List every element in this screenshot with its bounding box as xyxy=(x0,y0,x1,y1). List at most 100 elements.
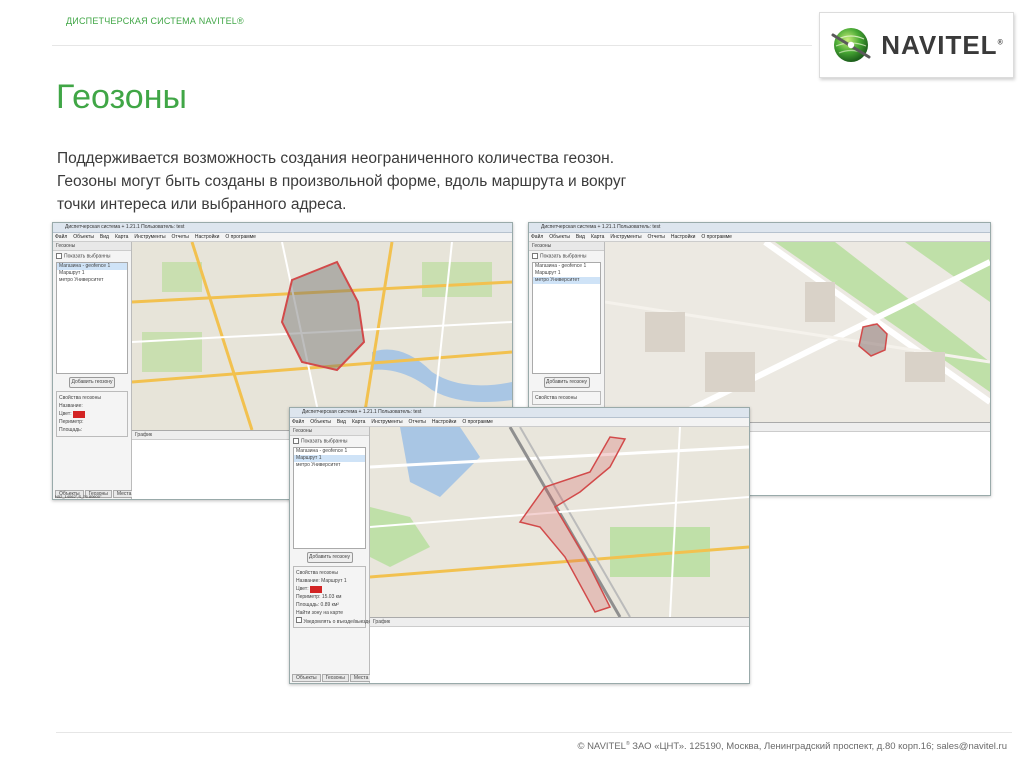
props-title: Свойства геозоны xyxy=(535,395,577,402)
show-selected-toggle[interactable]: Показать выбранны xyxy=(290,436,369,446)
menu-item[interactable]: Инструменты xyxy=(371,419,402,425)
menu-item[interactable]: О программе xyxy=(225,234,256,240)
menu-item[interactable]: Объекты xyxy=(73,234,94,240)
add-geofence-button[interactable]: Добавить геозону xyxy=(543,377,590,389)
perimeter-value: 15.03 xyxy=(321,594,335,601)
checkbox[interactable] xyxy=(532,253,538,259)
footer: © NAVITEL® ЗАО «ЦНТ». 125190, Москва, Ле… xyxy=(577,741,1007,752)
area-label: Площадь: xyxy=(296,602,320,609)
panel-title: Геозоны xyxy=(53,242,131,251)
menu-item[interactable]: Отчеты xyxy=(648,234,665,240)
header-divider xyxy=(52,45,812,46)
menu-item[interactable]: Файл xyxy=(531,234,543,240)
geofence-list: Магазина - geofence 1 Маршрут 1 метро Ун… xyxy=(56,262,128,375)
list-item[interactable]: Магазина - geofence 1 xyxy=(294,448,365,455)
menu-item[interactable]: Карта xyxy=(352,419,365,425)
panel-tabs: Объекты Геозоны Места xyxy=(292,674,373,682)
page-title: Геозоны xyxy=(56,78,187,116)
warn-label: Уведомлять о въезде/выезде xyxy=(303,619,372,626)
map-view[interactable] xyxy=(132,242,512,430)
menu-item[interactable]: Настройки xyxy=(195,234,220,240)
area-label: Площадь: xyxy=(59,427,83,434)
geofence-panel: Геозоны Показать выбранны Магазина - geo… xyxy=(290,427,373,683)
window-title: Диспетчерская система + 1.21.1 Пользоват… xyxy=(529,223,990,233)
navitel-logo: NAVITEL® xyxy=(819,12,1014,78)
props-title: Свойства геозоны xyxy=(296,570,338,577)
menu-item[interactable]: Карта xyxy=(115,234,128,240)
find-zone-button[interactable]: Найти зону на карте xyxy=(296,609,363,617)
geofence-list: Магазина - geofence 1 Маршрут 1 метро Ун… xyxy=(532,262,601,375)
area-value: 0.89 xyxy=(320,602,331,609)
description-line: точки интереса или выбранного адреса. xyxy=(57,196,347,213)
color-label: Цвет: xyxy=(59,411,72,418)
menu-bar: Файл Объекты Вид Карта Инструменты Отчеты Наст… xyxy=(529,233,990,242)
name-label: Название: xyxy=(296,578,320,585)
menu-item[interactable]: Карта xyxy=(591,234,604,240)
props-title: Свойства геозоны xyxy=(59,395,101,402)
list-item[interactable]: метро Университет xyxy=(294,462,365,469)
add-geofence-button[interactable]: Добавить геозону xyxy=(306,552,353,564)
system-label: ДИСПЕТЧЕРСКАЯ СИСТЕМА NAVITEL® xyxy=(66,16,244,26)
checkbox[interactable] xyxy=(296,617,302,624)
list-item[interactable]: метро Университет xyxy=(57,277,127,284)
description-line: Геозоны могут быть созданы в произвольно… xyxy=(57,173,627,190)
area-unit: км² xyxy=(331,602,339,609)
perimeter-label: Периметр: xyxy=(296,594,321,601)
map-view[interactable] xyxy=(605,242,990,422)
list-item[interactable]: Маршрут 1 xyxy=(294,455,365,463)
list-item[interactable]: Магазина - geofence 1 xyxy=(533,263,600,270)
menu-item[interactable]: Объекты xyxy=(549,234,570,240)
color-swatch[interactable] xyxy=(72,410,85,418)
tab[interactable]: Геозоны xyxy=(321,674,349,682)
status-coordinates: N52_14062°,S_25.80600° xyxy=(55,494,102,499)
menu-bar: Файл Объекты Вид Карта Инструменты Отчеты Наст… xyxy=(53,233,512,242)
menu-item[interactable]: Вид xyxy=(576,234,585,240)
menu-item[interactable]: Вид xyxy=(337,419,346,425)
globe-icon xyxy=(831,28,871,62)
menu-item[interactable]: Вид xyxy=(100,234,109,240)
menu-item[interactable]: Отчеты xyxy=(409,419,426,425)
list-item[interactable]: Маршрут 1 xyxy=(533,270,600,277)
list-item[interactable]: Маршрут 1 xyxy=(57,270,127,277)
show-selected-toggle[interactable]: Показать выбранны xyxy=(53,251,131,261)
map-view[interactable] xyxy=(370,427,749,617)
menu-item[interactable]: Файл xyxy=(55,234,67,240)
menu-item[interactable]: О программе xyxy=(462,419,493,425)
menu-item[interactable]: Инструменты xyxy=(134,234,165,240)
checkbox[interactable] xyxy=(56,253,62,259)
map-graphic xyxy=(605,242,990,422)
description: Поддерживается возможность создания неог… xyxy=(57,147,757,216)
geofence-properties: Свойства геозоны Название: Цвет: Перимет… xyxy=(56,391,128,438)
perimeter-unit: км xyxy=(335,594,342,601)
window-title: Диспетчерская система + 1.21.1 Пользоват… xyxy=(290,408,749,418)
menu-item[interactable]: Отчеты xyxy=(172,234,189,240)
logo-wordmark: NAVITEL® xyxy=(881,29,1004,60)
menu-item[interactable]: О программе xyxy=(701,234,732,240)
map-graphic xyxy=(132,242,512,430)
menu-item[interactable]: Инструменты xyxy=(610,234,641,240)
menu-item[interactable]: Настройки xyxy=(671,234,696,240)
color-swatch[interactable] xyxy=(309,585,322,593)
window-title: Диспетчерская система + 1.21.1 Пользоват… xyxy=(53,223,512,233)
menu-item[interactable]: Настройки xyxy=(432,419,457,425)
menu-item[interactable]: Файл xyxy=(292,419,304,425)
checkbox[interactable] xyxy=(293,438,299,444)
menu-bar: Файл Объекты Вид Карта Инструменты Отчеты Наст… xyxy=(290,418,749,427)
add-geofence-button[interactable]: Добавить геозону xyxy=(69,377,115,389)
color-label: Цвет: xyxy=(296,586,309,593)
panel-title: Геозоны xyxy=(290,427,369,436)
geofence-properties: Свойства геозоны Название: Маршрут 1 Цве… xyxy=(293,566,371,629)
show-selected-toggle[interactable]: Показать выбранны xyxy=(529,251,604,261)
list-item[interactable]: Магазина - geofence 1 xyxy=(57,263,127,271)
geofence-properties: Свойства геозоны xyxy=(532,391,601,406)
geofence-panel: Геозоны Показать выбранны Магазина - geo… xyxy=(53,242,136,499)
footer-text: ЗАО «ЦНТ». 125190, Москва, Ленинградский… xyxy=(629,741,1007,753)
menu-item[interactable]: Объекты xyxy=(310,419,331,425)
list-item[interactable]: метро Университет xyxy=(533,277,600,285)
map-graphic xyxy=(370,427,749,617)
screenshot-route-geofence: Диспетчерская система + 1.21.1 Пользоват… xyxy=(289,407,750,684)
panel-title: Геозоны xyxy=(529,242,604,251)
name-value[interactable]: Маршрут 1 xyxy=(321,578,346,584)
footer-brand: © NAVITEL xyxy=(577,741,626,753)
tab[interactable]: Объекты xyxy=(292,674,321,682)
